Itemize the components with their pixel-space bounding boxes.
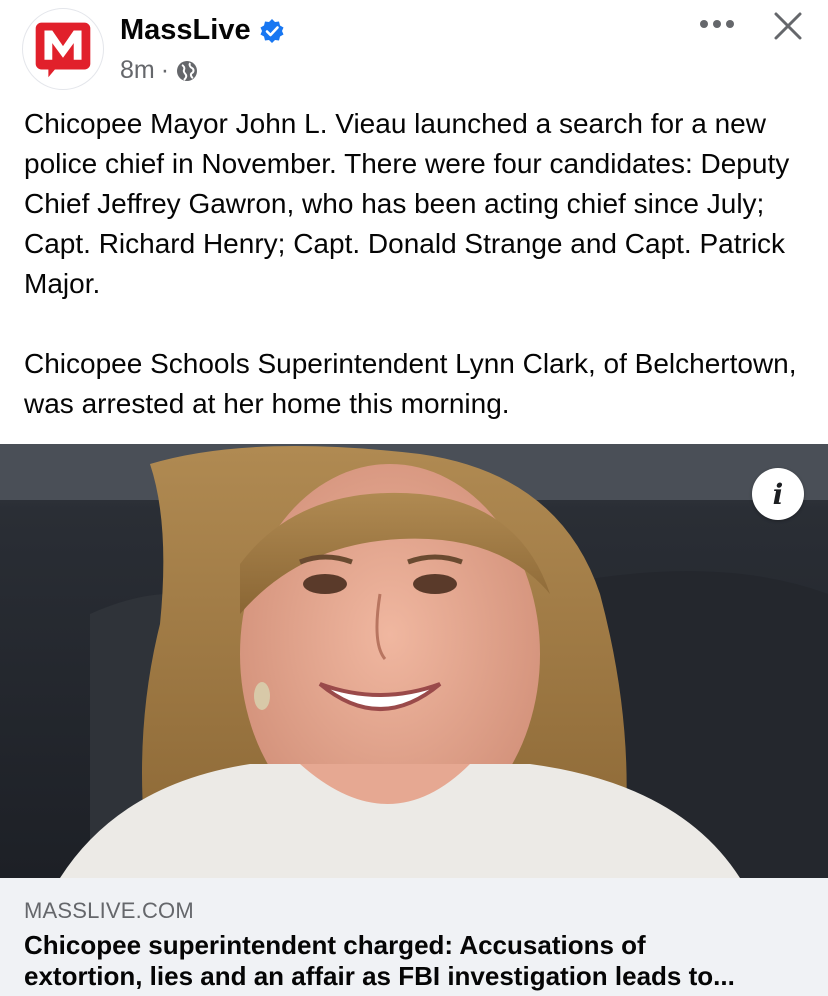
masslive-logo: [35, 22, 91, 78]
post-header: MassLive 8m ·: [0, 0, 828, 100]
page-name-row: MassLive: [120, 14, 285, 47]
more-options-icon: [700, 20, 734, 28]
article-photo[interactable]: [0, 444, 828, 878]
more-options-button[interactable]: [694, 8, 740, 40]
meta-separator: ·: [160, 56, 170, 84]
post-timestamp[interactable]: 8m: [120, 56, 155, 85]
info-icon: i: [772, 477, 784, 511]
close-icon: [774, 12, 802, 40]
verified-badge-icon: [259, 18, 285, 44]
post-paragraph-1: Chicopee Mayor John L. Vieau launched a …: [24, 108, 790, 299]
post-meta: 8m ·: [120, 56, 199, 85]
close-button[interactable]: [766, 6, 810, 46]
link-domain: MASSLIVE.COM: [24, 898, 194, 923]
globe-icon: [175, 59, 199, 83]
info-button[interactable]: i: [752, 468, 804, 520]
post-body: Chicopee Mayor John L. Vieau launched a …: [24, 104, 814, 424]
link-preview[interactable]: MASSLIVE.COM Chicopee superintendent cha…: [0, 878, 828, 996]
page-avatar[interactable]: [22, 8, 104, 90]
link-title-line-2: extortion, lies and an affair as FBI inv…: [24, 961, 735, 991]
link-title: Chicopee superintendent charged: Accusat…: [24, 930, 804, 992]
post-paragraph-2: Chicopee Schools Superintendent Lynn Cla…: [24, 348, 797, 419]
page-name[interactable]: MassLive: [120, 14, 251, 47]
portrait-image: [0, 444, 828, 878]
link-title-line-1: Chicopee superintendent charged: Accusat…: [24, 930, 646, 960]
